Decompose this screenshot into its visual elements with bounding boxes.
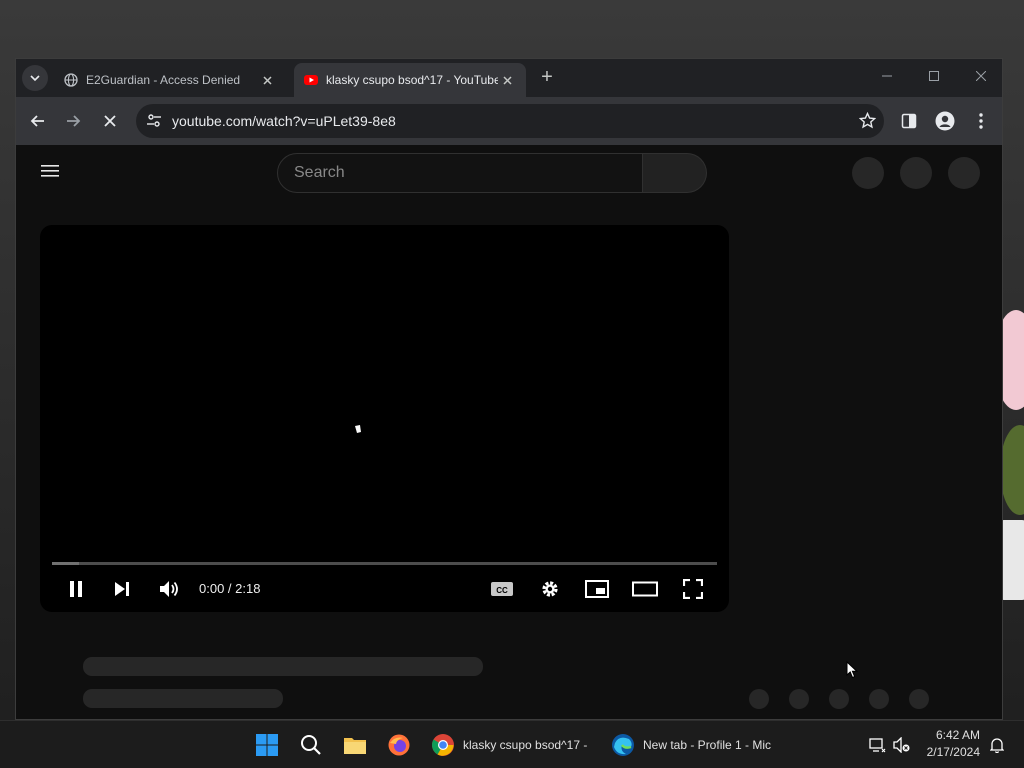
edge-icon: [612, 734, 634, 756]
minimize-icon: [882, 75, 892, 77]
action-placeholder-dot: [789, 689, 809, 709]
video-progress-bar[interactable]: [52, 562, 717, 565]
window-close-button[interactable]: [958, 59, 1002, 93]
subtitles-button[interactable]: CC: [488, 575, 516, 603]
volume-icon: [160, 581, 178, 597]
theater-mode-button[interactable]: [631, 575, 659, 603]
new-tab-button[interactable]: +: [536, 67, 558, 89]
network-status-icon[interactable]: [866, 727, 888, 763]
search-placeholder: Search: [294, 164, 345, 181]
notifications-button[interactable]: [986, 727, 1008, 763]
arrow-left-icon: [30, 115, 44, 127]
side-panel-icon: [901, 113, 917, 129]
bell-icon: [990, 738, 1004, 753]
action-placeholder-dot: [829, 689, 849, 709]
search-icon: [301, 735, 321, 755]
close-icon: [976, 71, 986, 81]
gear-icon: [542, 581, 558, 597]
settings-button[interactable]: [538, 575, 562, 603]
menu-button[interactable]: [967, 107, 995, 135]
fullscreen-button[interactable]: [681, 575, 705, 603]
forward-button[interactable]: [59, 107, 87, 135]
action-placeholder-dot: [869, 689, 889, 709]
folder-icon: [344, 738, 366, 754]
firefox-button[interactable]: [381, 727, 417, 763]
title-placeholder: [83, 657, 483, 676]
taskbar-chrome-item[interactable]: klasky csupo bsod^17 -: [425, 727, 595, 763]
cc-icon: CC: [491, 582, 513, 596]
close-icon: [104, 115, 116, 127]
tab-close-button[interactable]: [498, 71, 516, 89]
search-button[interactable]: [643, 153, 707, 193]
side-panel-button[interactable]: [895, 107, 923, 135]
taskbar-item-label: klasky csupo bsod^17 -: [463, 738, 588, 752]
clock-date: 2/17/2024: [926, 745, 980, 759]
system-clock[interactable]: 6:42 AM 2/17/2024: [920, 727, 980, 761]
taskbar-search-button[interactable]: [293, 727, 329, 763]
maximize-icon: [929, 71, 939, 81]
more-vertical-icon: [979, 113, 983, 129]
start-button[interactable]: [249, 727, 285, 763]
subtitle-placeholder: [83, 689, 283, 708]
miniplayer-icon: [585, 580, 609, 598]
progress-played: [52, 562, 79, 565]
close-icon: [262, 75, 272, 85]
action-placeholder-dot: [749, 689, 769, 709]
next-video-button[interactable]: [110, 575, 134, 603]
loading-spinner-icon: [355, 425, 361, 433]
clock-time: 6:42 AM: [935, 728, 980, 742]
address-bar[interactable]: youtube.com/watch?v=uPLet39-8e8: [136, 104, 884, 138]
theater-mode-icon: [632, 581, 658, 597]
minimize-button[interactable]: [864, 59, 910, 93]
url-text: youtube.com/watch?v=uPLet39-8e8: [172, 113, 396, 129]
header-placeholder-circle[interactable]: [948, 157, 980, 189]
windows-taskbar: klasky csupo bsod^17 - New tab - Profile…: [0, 720, 1024, 768]
arrow-right-icon: [67, 115, 81, 127]
chrome-icon: [432, 734, 454, 756]
globe-icon: [64, 73, 78, 87]
firefox-icon: [388, 734, 410, 756]
maximize-button[interactable]: [911, 59, 957, 93]
tab-title: E2Guardian - Access Denied: [86, 73, 241, 87]
stop-loading-button[interactable]: [96, 107, 124, 135]
taskbar-edge-item[interactable]: New tab - Profile 1 - Mic: [605, 727, 775, 763]
browser-window: E2Guardian - Access Denied klasky csupo …: [15, 58, 1003, 720]
menu-icon: [41, 165, 59, 177]
pause-icon: [70, 581, 82, 597]
miniplayer-button[interactable]: [583, 575, 611, 603]
back-button[interactable]: [24, 107, 52, 135]
file-explorer-button[interactable]: [337, 727, 373, 763]
windows-logo-icon: [256, 734, 278, 756]
mouse-cursor-icon: [846, 661, 858, 679]
header-placeholder-circle[interactable]: [900, 157, 932, 189]
profile-icon: [935, 111, 955, 131]
video-time: 0:00 / 2:18: [199, 581, 261, 596]
action-placeholder-dot: [909, 689, 929, 709]
hamburger-menu-button[interactable]: [40, 163, 60, 184]
tab-youtube[interactable]: klasky csupo bsod^17 - YouTube: [294, 63, 526, 97]
skip-next-icon: [115, 582, 129, 596]
chevron-down-icon: [30, 75, 40, 82]
profile-button[interactable]: [931, 107, 959, 135]
tab-title: klasky csupo bsod^17 - YouTube: [326, 73, 498, 87]
pause-button[interactable]: [64, 575, 88, 603]
close-icon: [502, 75, 512, 85]
mute-button[interactable]: [156, 575, 182, 603]
search-input[interactable]: Search: [277, 153, 643, 193]
tab-strip: E2Guardian - Access Denied klasky csupo …: [16, 59, 1002, 97]
bookmark-star-icon[interactable]: [858, 111, 877, 134]
header-placeholder-circle[interactable]: [852, 157, 884, 189]
svg-text:CC: CC: [496, 586, 508, 595]
tab-e2guardian[interactable]: E2Guardian - Access Denied: [54, 63, 286, 97]
volume-muted-icon[interactable]: [891, 727, 913, 763]
tab-search-button[interactable]: [22, 65, 48, 91]
youtube-icon: [304, 75, 318, 85]
youtube-page: Search 0:00 / 2:18 CC: [16, 145, 1002, 719]
video-player[interactable]: 0:00 / 2:18 CC: [40, 225, 729, 612]
browser-toolbar: youtube.com/watch?v=uPLet39-8e8: [16, 97, 1002, 145]
tab-close-button[interactable]: [258, 71, 276, 89]
site-info-icon[interactable]: [146, 113, 162, 134]
fullscreen-icon: [683, 579, 703, 599]
taskbar-item-label: New tab - Profile 1 - Mic: [643, 738, 772, 752]
